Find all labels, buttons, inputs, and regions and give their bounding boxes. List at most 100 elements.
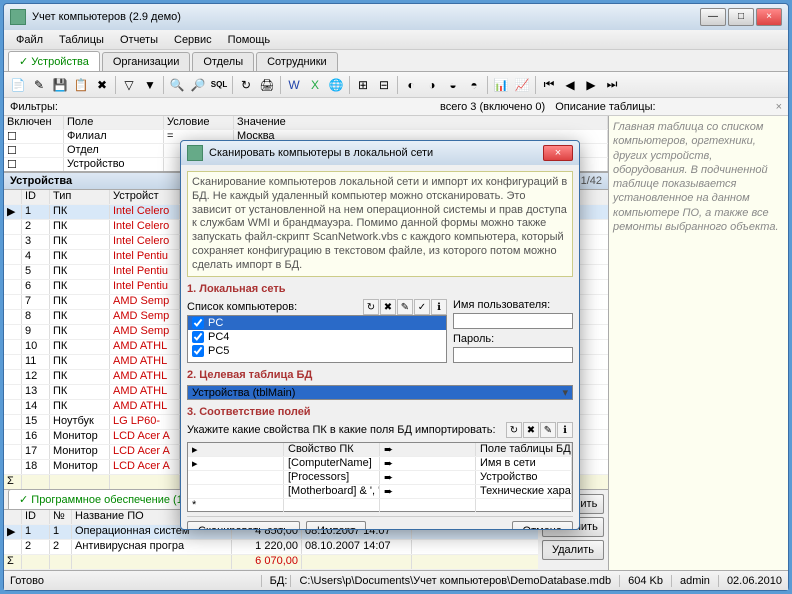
password-input[interactable] (453, 347, 573, 363)
fcol-field: Поле (64, 116, 164, 129)
tab-devices[interactable]: Устройства (8, 51, 100, 71)
description-text: Главная таблица со списком компьютеров, … (613, 120, 784, 234)
menu-reports[interactable]: Отчеты (112, 32, 166, 48)
refresh-icon[interactable]: ↻ (236, 75, 256, 95)
up-icon[interactable]: ✎ (397, 299, 413, 315)
dialog-icon (187, 145, 203, 161)
username-label: Имя пользователя: (453, 299, 573, 311)
maprow[interactable]: [ComputerName] (284, 457, 380, 470)
checkall-icon[interactable]: ✓ (414, 299, 430, 315)
maprow[interactable]: [Motherboard] & ', ' & [RAM] & ', ' & [D… (284, 485, 380, 498)
filter2-icon[interactable]: ▼ (140, 75, 160, 95)
html-icon[interactable]: 🌐 (326, 75, 346, 95)
tool4-icon[interactable]: ◓ (464, 75, 484, 95)
fcol-cond: Условие (164, 116, 234, 129)
password-label: Пароль: (453, 333, 573, 345)
filter-status: всего 3 (включено 0) (440, 101, 545, 113)
menu-service[interactable]: Сервис (166, 32, 220, 48)
titlebar: Учет компьютеров (2.9 демо) — □ × (4, 4, 788, 30)
maprow[interactable]: Устройство (476, 471, 572, 484)
pc-check[interactable] (192, 317, 204, 329)
last-icon[interactable]: ⏭ (602, 75, 622, 95)
username-input[interactable] (453, 313, 573, 329)
delete-button[interactable]: Удалить (542, 540, 604, 560)
target-table-combo[interactable]: Устройства (tblMain) (187, 385, 573, 400)
sql-icon[interactable]: SQL (209, 75, 229, 95)
frow[interactable]: Филиал (64, 130, 164, 143)
section-title: Устройства (10, 175, 72, 187)
tree2-icon[interactable]: ⊟ (374, 75, 394, 95)
heading-mapping: 3. Соответствие полей (187, 406, 573, 418)
refresh-list-icon[interactable]: ↻ (363, 299, 379, 315)
tool2-icon[interactable]: ◑ (422, 75, 442, 95)
map-edit-icon[interactable]: ✎ (540, 422, 556, 438)
print-icon[interactable]: 🖨 (257, 75, 277, 95)
statusbar: Готово БД: C:\Users\p\Documents\Учет ком… (4, 570, 788, 590)
replace-icon[interactable]: 🔎 (188, 75, 208, 95)
tool3-icon[interactable]: ◒ (443, 75, 463, 95)
edit-icon[interactable]: ✎ (29, 75, 49, 95)
desc-label: Описание таблицы: (555, 101, 655, 113)
info-icon[interactable]: ℹ (431, 299, 447, 315)
scan-button[interactable]: Сканировать сеть (187, 521, 300, 529)
cancel-button[interactable]: Отмена (512, 521, 573, 529)
first-icon[interactable]: ⏮ (539, 75, 559, 95)
map-refresh-icon[interactable]: ↻ (506, 422, 522, 438)
status-date: 02.06.2010 (718, 575, 782, 587)
maprow[interactable]: Технические характеристики (476, 485, 572, 498)
status-size: 604 Kb (619, 575, 663, 587)
tab-software[interactable]: Программное обеспечение (1/2) (8, 489, 207, 509)
pc-list[interactable]: PC PC4 PC5 (187, 315, 447, 363)
next-icon[interactable]: ▶ (581, 75, 601, 95)
pc-check[interactable] (192, 345, 204, 357)
map-info-icon[interactable]: ℹ (557, 422, 573, 438)
minimize-button[interactable]: — (700, 8, 726, 26)
maprow[interactable]: [Processors] (284, 471, 380, 484)
section-count: 1/42 (581, 175, 602, 187)
app-icon (10, 9, 26, 25)
maximize-button[interactable]: □ (728, 8, 754, 26)
pc-check[interactable] (192, 331, 204, 343)
frow[interactable]: Устройство (64, 158, 164, 171)
close-filter-icon[interactable]: × (776, 101, 782, 113)
filter-icon[interactable]: ▽ (119, 75, 139, 95)
heading-lan: 1. Локальная сеть (187, 283, 573, 295)
new-icon[interactable]: 📄 (8, 75, 28, 95)
pc-item[interactable]: PC4 (208, 331, 229, 343)
close-button[interactable]: × (756, 8, 782, 26)
clear-list-icon[interactable]: ✖ (380, 299, 396, 315)
delete-icon[interactable]: ✖ (92, 75, 112, 95)
tree-icon[interactable]: ⊞ (353, 75, 373, 95)
prev-icon[interactable]: ◀ (560, 75, 580, 95)
tab-orgs[interactable]: Организации (102, 52, 191, 71)
dialog-title: Сканировать компьютеры в локальной сети (209, 147, 433, 159)
paste-icon[interactable]: 📋 (71, 75, 91, 95)
word-icon[interactable]: W (284, 75, 304, 95)
filterbar: Фильтры: всего 3 (включено 0) Описание т… (4, 98, 788, 116)
tool1-icon[interactable]: ◐ (401, 75, 421, 95)
chart2-icon[interactable]: 📈 (512, 75, 532, 95)
menu-tables[interactable]: Таблицы (51, 32, 112, 48)
tab-employees[interactable]: Сотрудники (256, 52, 338, 71)
map-del-icon[interactable]: ✖ (523, 422, 539, 438)
menu-help[interactable]: Помощь (220, 32, 279, 48)
dialog-close-button[interactable]: × (543, 145, 573, 161)
import-button[interactable]: Импорт (306, 521, 366, 529)
mapcol-prop: Свойство ПК (284, 443, 380, 456)
save-icon[interactable]: 💾 (50, 75, 70, 95)
pc-item[interactable]: PC5 (208, 345, 229, 357)
maprow[interactable]: Имя в сети (476, 457, 572, 470)
find-icon[interactable]: 🔍 (167, 75, 187, 95)
scan-dialog: Сканировать компьютеры в локальной сети … (180, 140, 580, 530)
menubar: Файл Таблицы Отчеты Сервис Помощь (4, 30, 788, 50)
main-tabs: Устройства Организации Отделы Сотрудники (4, 50, 788, 72)
excel-icon[interactable]: X (305, 75, 325, 95)
menu-file[interactable]: Файл (8, 32, 51, 48)
chart-icon[interactable]: 📊 (491, 75, 511, 95)
pc-item[interactable]: PC (208, 317, 223, 329)
status-user: admin (671, 575, 710, 587)
table-row[interactable]: 22Антивирусная програ1 220,0008.10.2007 … (4, 540, 538, 555)
tab-depts[interactable]: Отделы (192, 52, 254, 71)
frow[interactable]: Отдел (64, 144, 164, 157)
mapping-grid[interactable]: ▸Свойство ПК➨Поле таблицы БД ▸[ComputerN… (187, 442, 573, 512)
